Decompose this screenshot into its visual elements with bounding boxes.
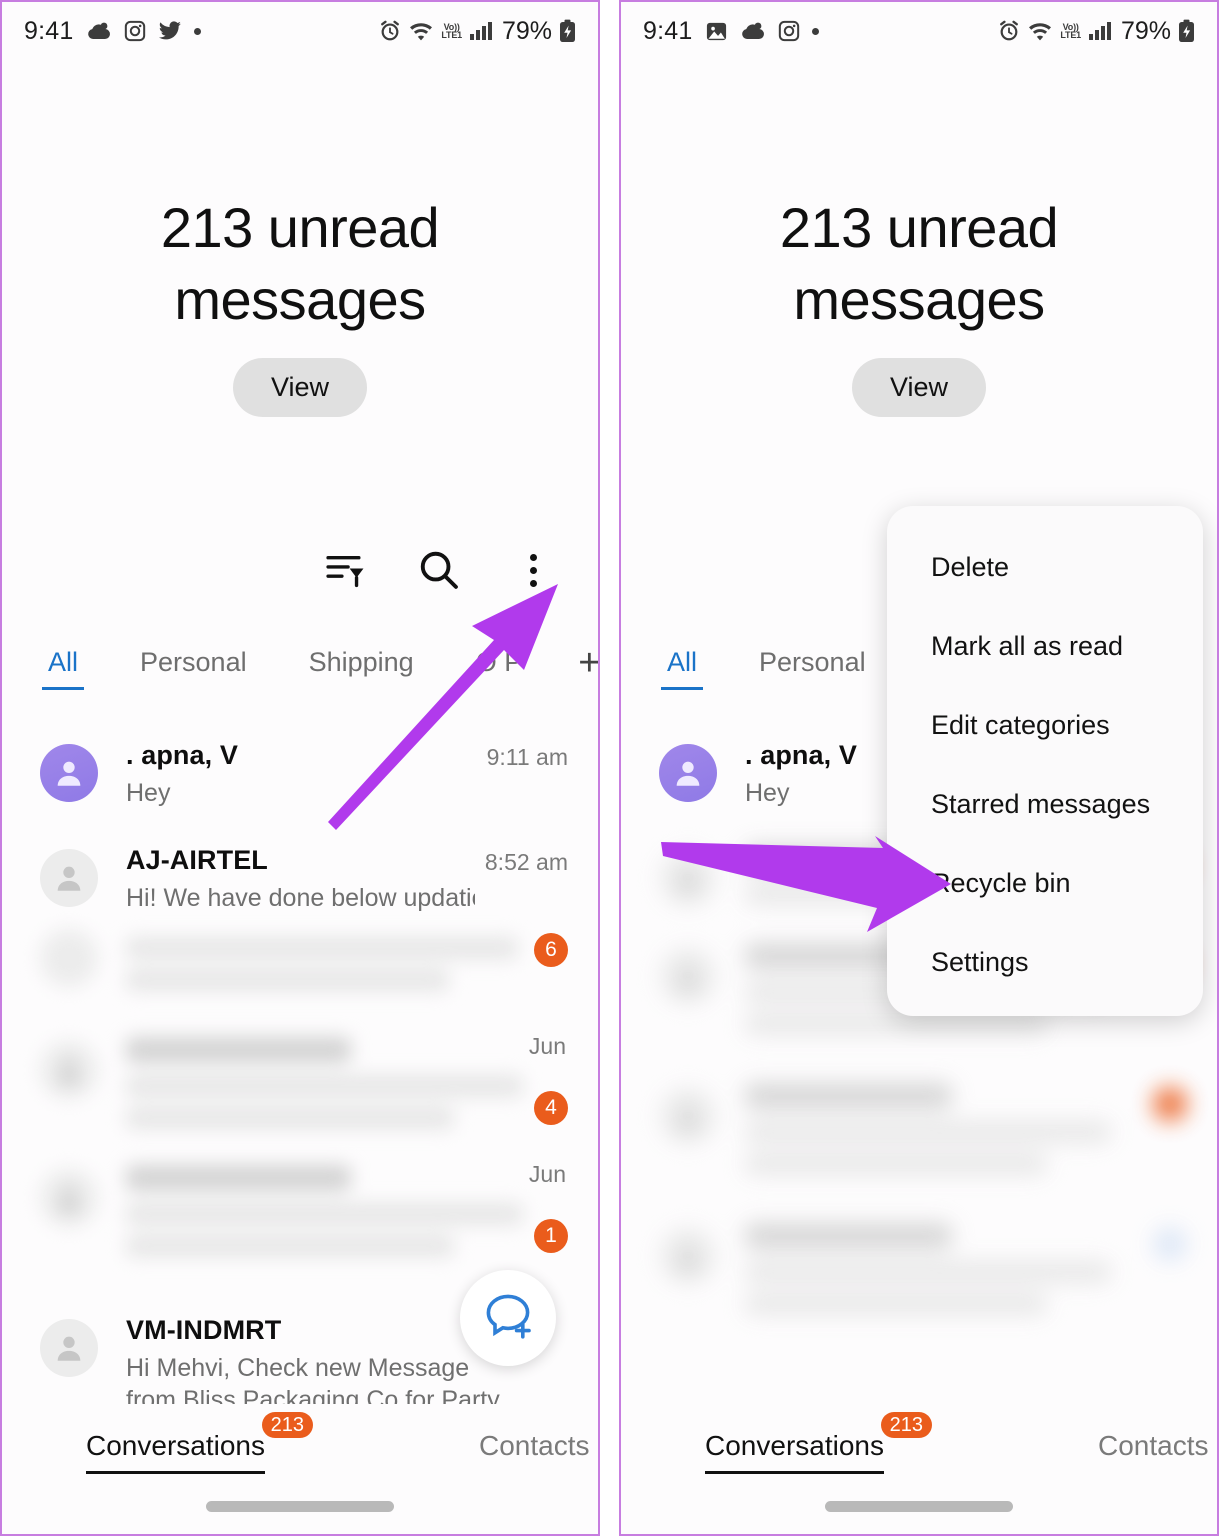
unread-title: 213 unread messages	[779, 196, 1059, 331]
volte-icon: Vo)) LTE1	[441, 22, 462, 40]
twitter-icon	[158, 21, 182, 41]
list-item[interactable]: AJ-AIRTEL Hi! We have done below updatio…	[2, 827, 598, 923]
list-item-time: 9:11 am	[486, 744, 568, 770]
bottom-nav-conversations-label: Conversations	[705, 1430, 884, 1461]
signal-icon	[469, 21, 493, 41]
alarm-icon	[379, 20, 401, 42]
sort-filter-icon[interactable]	[322, 547, 368, 593]
weather-cloud-icon	[740, 21, 766, 41]
instagram-icon	[778, 20, 800, 42]
menu-item-mark-all-as-read[interactable]: Mark all as read	[887, 607, 1203, 686]
menu-item-recycle-bin[interactable]: Recycle bin	[887, 844, 1203, 923]
kebab-menu-icon[interactable]	[510, 547, 556, 593]
tab-shipping[interactable]: Shipping	[303, 647, 420, 678]
avatar	[40, 1319, 98, 1377]
phone-screenshot-left: 9:41 Vo)) LTE1 79% 213 unread messages V…	[0, 0, 600, 1536]
unread-title: 213 unread messages	[160, 196, 440, 331]
menu-item-starred-messages[interactable]: Starred messages	[887, 765, 1203, 844]
list-item-snippet: Hi! We have done below updation	[126, 884, 475, 912]
list-item[interactable]	[2, 1147, 598, 1275]
battery-charging-icon	[559, 19, 576, 43]
alarm-icon	[998, 20, 1020, 42]
unread-badge: 6	[534, 933, 568, 967]
bottom-nav-conversations-badge: 213	[261, 1412, 313, 1438]
avatar	[40, 1169, 98, 1227]
volte-icon: Vo)) LTE1	[1060, 22, 1081, 40]
status-bar: 9:41 Vo)) LTE1 79%	[621, 2, 1217, 60]
list-item[interactable]	[2, 1019, 598, 1147]
bottom-nav-conversations[interactable]: Conversations 213	[86, 1412, 313, 1474]
phone-screenshot-right: 9:41 Vo)) LTE1 79% 213 unread messages V…	[619, 0, 1219, 1536]
avatar	[659, 849, 717, 907]
status-bar-notification-icons	[86, 20, 202, 42]
menu-item-delete[interactable]: Delete	[887, 528, 1203, 607]
bottom-navigation: Conversations 213 Contacts	[621, 1404, 1217, 1488]
list-item[interactable]: 2	[621, 1205, 1217, 1345]
avatar	[659, 947, 717, 1005]
overflow-menu: Delete Mark all as read Edit categories …	[887, 506, 1203, 1016]
avatar	[659, 1227, 717, 1285]
image-icon	[705, 20, 728, 43]
screenshot-stage: 9:41 Vo)) LTE1 79% 213 unread messages V…	[0, 0, 1219, 1536]
list-item[interactable]	[2, 923, 598, 1019]
avatar	[659, 744, 717, 802]
home-indicator	[825, 1501, 1013, 1512]
view-button[interactable]: View	[232, 358, 368, 417]
unread-badge: 4	[534, 1091, 568, 1125]
tab-personal[interactable]: Personal	[753, 647, 872, 678]
list-item[interactable]: . apna, V Hey 9:11 am	[2, 722, 598, 827]
list-item[interactable]: 1	[621, 1065, 1217, 1205]
category-tabs: All Personal Shipping O P +	[2, 644, 598, 690]
menu-item-settings[interactable]: Settings	[887, 923, 1203, 1002]
list-item-time: Jun	[528, 1161, 566, 1187]
notification-dot-icon	[194, 27, 202, 35]
add-category-button[interactable]: +	[578, 644, 598, 682]
battery-charging-icon	[1178, 19, 1195, 43]
bottom-nav-contacts[interactable]: Contacts	[479, 1430, 590, 1462]
status-bar-system-icons: Vo)) LTE1 79%	[998, 17, 1195, 46]
tab-personal[interactable]: Personal	[134, 647, 253, 678]
battery-percent-label: 79%	[501, 16, 552, 45]
status-bar-notification-icons	[705, 20, 820, 43]
avatar	[40, 849, 98, 907]
home-indicator	[206, 1501, 394, 1512]
tab-other[interactable]: O P	[470, 647, 529, 678]
list-item-name: . apna, V	[126, 740, 238, 770]
unread-hero: 213 unread messages View	[2, 192, 598, 417]
status-bar: 9:41 Vo)) LTE1 79%	[2, 2, 598, 60]
bottom-nav-conversations[interactable]: Conversations 213	[705, 1412, 932, 1474]
new-conversation-icon	[482, 1290, 534, 1347]
avatar	[40, 929, 98, 987]
bottom-nav-conversations-badge: 213	[880, 1412, 932, 1438]
avatar	[40, 1041, 98, 1099]
new-conversation-button[interactable]	[460, 1270, 556, 1366]
bottom-navigation: Conversations 213 Contacts	[2, 1404, 598, 1488]
list-toolbar	[322, 547, 556, 593]
status-bar-time: 9:41	[643, 16, 693, 45]
status-bar-time: 9:41	[24, 16, 74, 45]
list-item-name: AJ-AIRTEL	[126, 845, 268, 875]
battery-percent-label: 79%	[1120, 16, 1171, 45]
unread-badge: 1	[534, 1219, 568, 1253]
view-button[interactable]: View	[851, 358, 987, 417]
list-item-time: 8:52 am	[484, 849, 568, 875]
weather-cloud-icon	[86, 21, 112, 41]
bottom-nav-conversations-label: Conversations	[86, 1430, 265, 1461]
avatar	[659, 1087, 717, 1145]
bottom-nav-contacts[interactable]: Contacts	[1098, 1430, 1209, 1462]
instagram-icon	[124, 20, 146, 42]
unread-hero: 213 unread messages View	[621, 192, 1217, 417]
avatar	[40, 744, 98, 802]
wifi-icon	[1027, 20, 1053, 42]
tab-all[interactable]: All	[42, 647, 85, 690]
wifi-icon	[408, 20, 434, 42]
status-bar-system-icons: Vo)) LTE1 79%	[379, 17, 576, 46]
list-item-snippet: Hey	[126, 779, 171, 807]
notification-dot-icon	[812, 27, 820, 35]
signal-icon	[1088, 21, 1112, 41]
search-icon[interactable]	[416, 547, 462, 593]
tab-all[interactable]: All	[661, 647, 704, 690]
list-item-time: Jun	[528, 1033, 566, 1059]
menu-item-edit-categories[interactable]: Edit categories	[887, 686, 1203, 765]
